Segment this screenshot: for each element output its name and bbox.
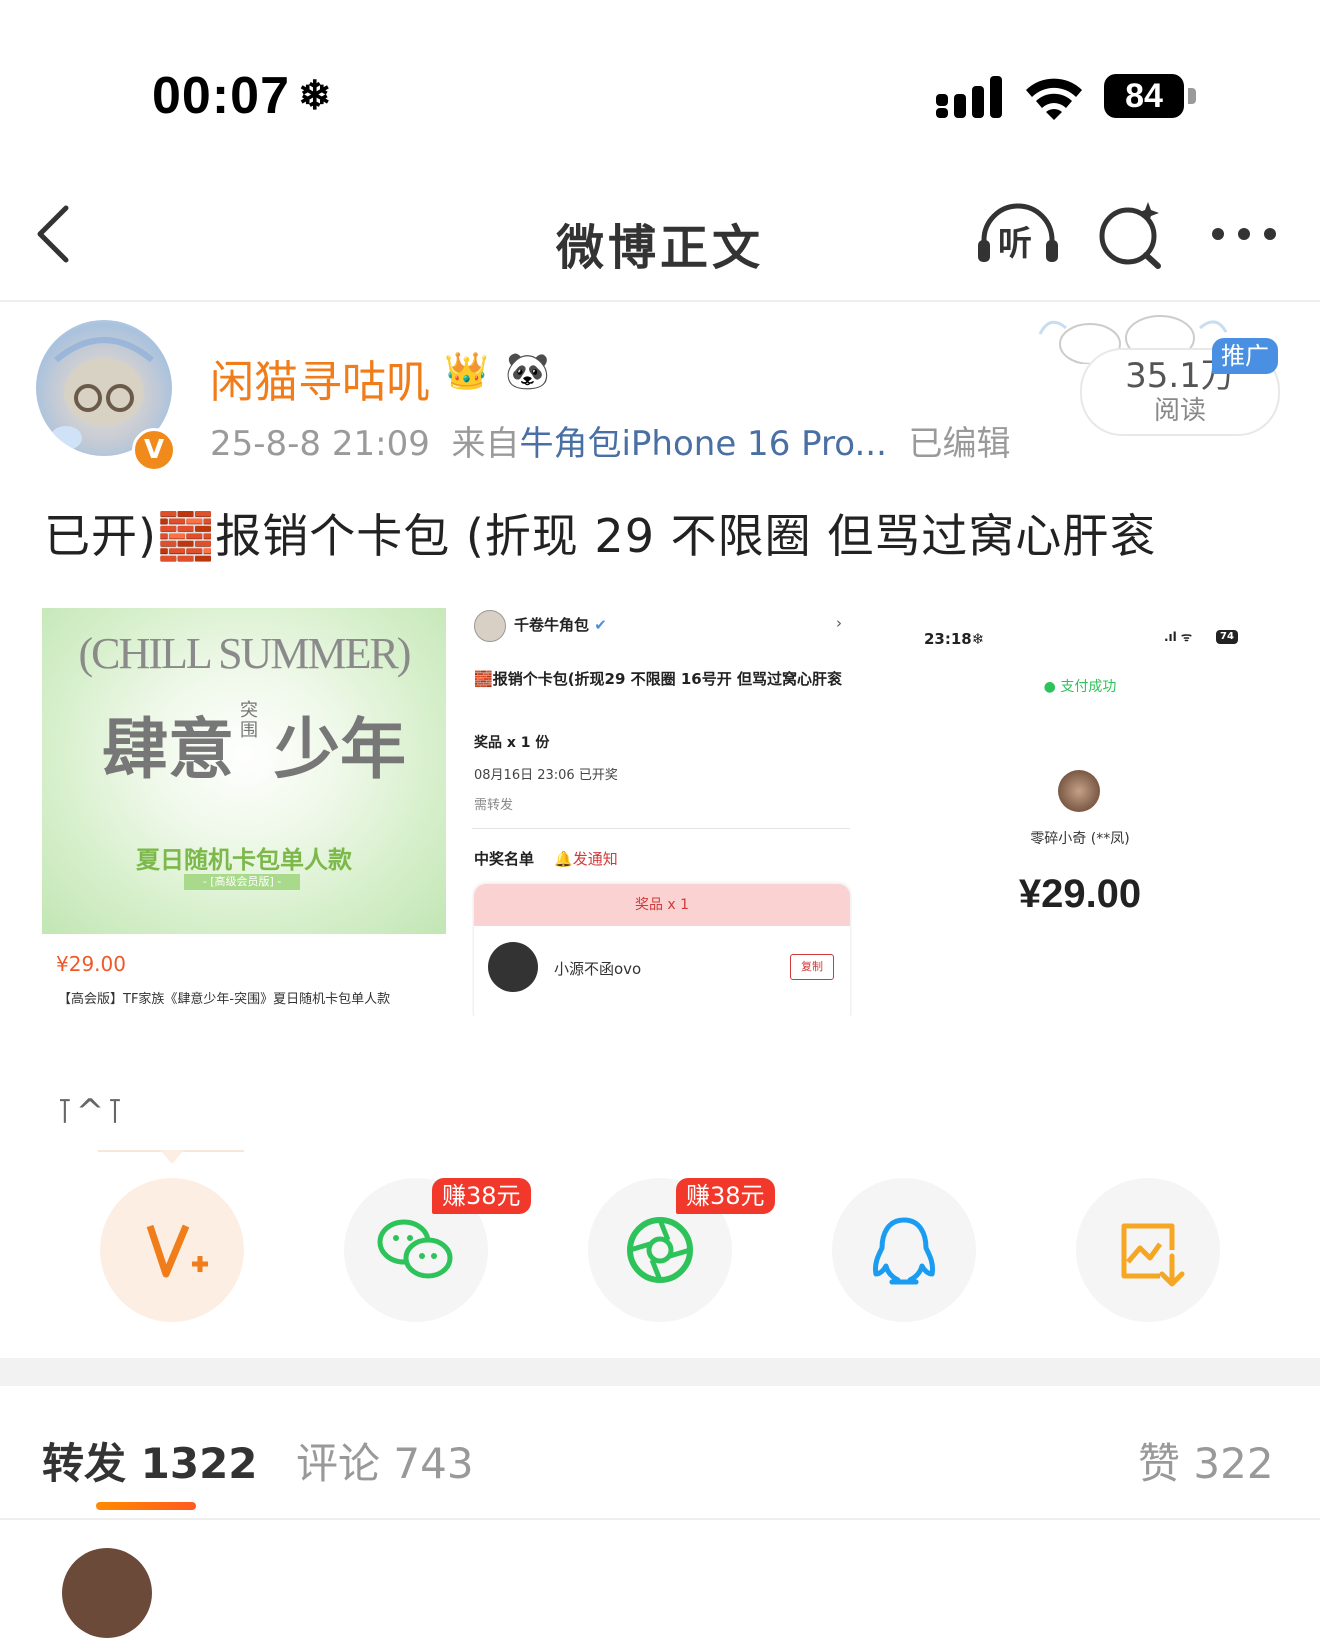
share-save-image-button[interactable]	[1076, 1178, 1220, 1322]
product-price: ¥29.00	[56, 952, 126, 976]
payment-battery: 74	[1216, 630, 1238, 644]
post-text-prefix: 已开)	[44, 509, 157, 563]
product-title-left: 肆意	[102, 714, 234, 787]
product-edition: - [高级会员版] -	[184, 874, 300, 890]
panda-badge-icon: 🐼	[505, 351, 550, 392]
battery-tip	[1188, 88, 1196, 104]
listen-label: 听	[998, 224, 1032, 264]
repost-avatar[interactable]	[62, 1548, 152, 1638]
payment-signal-icon: .ıl ᯤ	[1164, 630, 1192, 644]
payment-time: 23:18❄	[924, 630, 985, 648]
brick-emoji-icon: 🧱	[474, 670, 493, 688]
snowflake-icon: ❄	[971, 630, 985, 648]
author-name[interactable]: 闲猫寻咕叽	[210, 346, 430, 410]
share-weibo-repost-button[interactable]	[100, 1178, 244, 1322]
winner-name: 小源不函ovo	[554, 960, 642, 978]
post-image-product[interactable]: (CHILL SUMMER) 肆意 突围 少年 夏日随机卡包单人款 - [高级会…	[42, 608, 446, 1016]
listen-button[interactable]: 听	[976, 202, 1060, 264]
tabs-divider	[0, 1518, 1320, 1520]
product-caption: 【高会版】TF家族《肆意少年-突围》夏日随机卡包单人款	[58, 992, 391, 1007]
tip-arrow	[160, 1150, 184, 1164]
tab-repost[interactable]: 转发 1322	[42, 1430, 258, 1491]
brick-emoji-icon: 🧱	[156, 509, 216, 563]
signal-icon	[936, 76, 1002, 118]
earn-tag-moments: 赚38元	[676, 1178, 775, 1214]
product-artwork: (CHILL SUMMER) 肆意 突围 少年 夏日随机卡包单人款 - [高级会…	[42, 608, 446, 934]
post-source[interactable]: 牛角包iPhone 16 Pro...	[519, 424, 886, 464]
chevron-right-icon: ›	[836, 614, 842, 632]
snowflake-icon: ❄	[298, 74, 333, 118]
winners-label: 中奖名单	[474, 850, 535, 868]
wifi-icon	[1026, 78, 1082, 120]
post-text-body: 报销个卡包 (折现 29 不限圈 但骂过窝心肝衮	[215, 509, 1157, 563]
section-separator	[0, 1358, 1320, 1386]
product-title-en: (CHILL SUMMER)	[78, 629, 412, 678]
save-image-icon	[1121, 1223, 1185, 1287]
payment-amount: ¥29.00	[1018, 872, 1142, 916]
more-dots-icon[interactable]	[1208, 224, 1280, 244]
post-time: 25-8-8 21:09	[210, 424, 430, 464]
prize-header: 奖品 x 1	[474, 884, 850, 926]
earn-tag-wechat: 赚38元	[432, 1178, 531, 1214]
post-image-lottery[interactable]: 千卷牛角包 ✔ › 🧱报销个卡包(折现29 不限圈 16号开 但骂过窝心肝衮 奖…	[472, 604, 852, 1016]
lottery-post-text: 🧱报销个卡包(折现29 不限圈 16号开 但骂过窝心肝衮	[474, 670, 842, 688]
lottery-requirement: 需转发	[474, 798, 514, 813]
post-text: 已开)🧱报销个卡包 (折现 29 不限圈 但骂过窝心肝衮	[44, 500, 1156, 566]
bell-icon: 🔔	[554, 850, 573, 868]
verified-check-icon: ✔	[594, 616, 607, 634]
promo-tag[interactable]: 推广	[1212, 338, 1278, 374]
meta-from: 来自	[451, 424, 520, 464]
battery-indicator: 84	[1104, 74, 1184, 118]
post-signature: ⊺^⊺	[56, 1092, 126, 1132]
lottery-account: 千卷牛角包 ✔	[514, 616, 607, 634]
crown-badge-icon: 👑	[444, 351, 489, 392]
product-subtitle: 夏日随机卡包单人款	[136, 848, 352, 874]
tab-comment[interactable]: 评论 743	[296, 1430, 474, 1491]
lottery-avatar	[474, 610, 506, 642]
copy-button: 复制	[790, 954, 834, 980]
lottery-divider	[472, 828, 850, 829]
reads-label: 阅读	[1153, 396, 1206, 426]
qq-icon	[873, 1217, 935, 1285]
nav-divider	[0, 300, 1320, 302]
notify-link: 🔔发通知	[554, 850, 618, 868]
lottery-draw-time: 08月16日 23:06 已开奖	[474, 768, 618, 783]
post-image-payment[interactable]: 23:18❄ .ıl ᯤ 74 ● 支付成功 零碎小奇 (**凤) ¥29.00	[900, 604, 1260, 1016]
winner-avatar	[488, 942, 538, 992]
weibo-repost-icon	[146, 1224, 208, 1278]
share-qq-button[interactable]	[832, 1178, 976, 1322]
post-meta: 25-8-8 21:09 来自牛角包iPhone 16 Pro... 已编辑	[210, 416, 1011, 465]
product-title-mid: 突围	[240, 700, 258, 740]
tab-like[interactable]: 赞 322	[1138, 1430, 1274, 1491]
payment-status: ● 支付成功	[1043, 679, 1117, 695]
lottery-prize: 奖品 x 1 份	[474, 735, 550, 751]
prize-card: 奖品 x 1 小源不函ovo 复制	[474, 884, 850, 1016]
tab-active-indicator	[96, 1502, 196, 1510]
payee-name: 零碎小奇 (**凤)	[1030, 831, 1130, 847]
payee-avatar	[1058, 770, 1100, 812]
status-time: 00:07 ❄	[152, 67, 333, 125]
check-circle-icon: ●	[1043, 679, 1056, 695]
product-title-right: 少年	[274, 714, 406, 787]
ai-search-icon[interactable]	[1096, 200, 1166, 270]
edited-label: 已编辑	[908, 424, 1011, 464]
verified-badge: V	[132, 428, 176, 472]
